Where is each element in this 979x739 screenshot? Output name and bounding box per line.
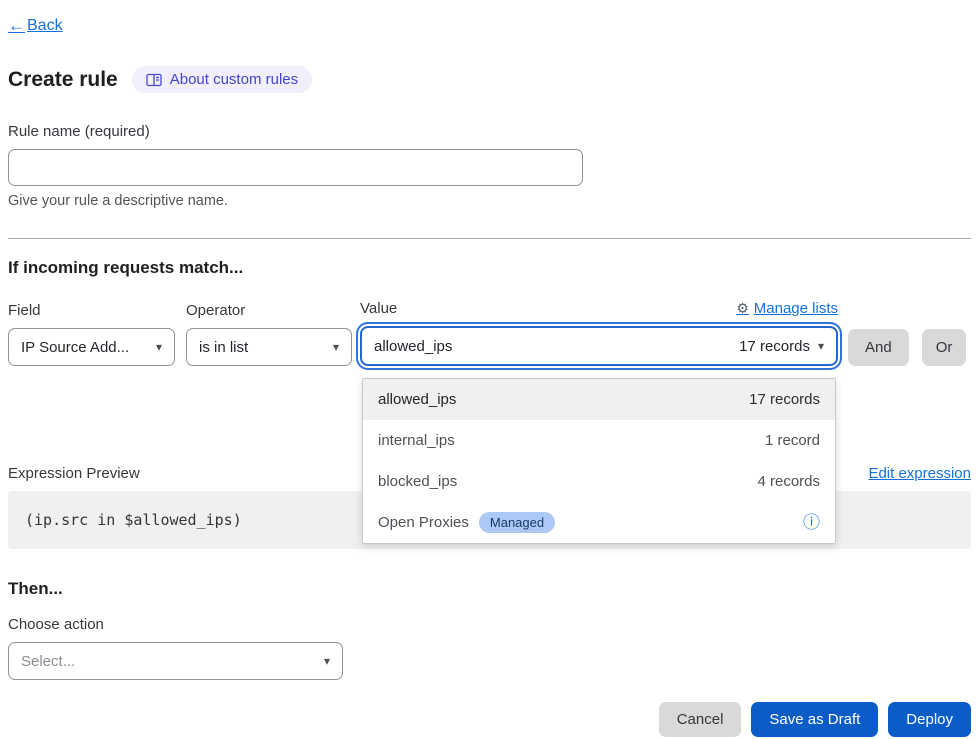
list-dropdown-menu: allowed_ips 17 records internal_ips 1 re…: [362, 378, 836, 544]
about-custom-rules-link[interactable]: About custom rules: [132, 66, 312, 93]
rule-name-helper: Give your rule a descriptive name.: [8, 193, 971, 209]
dropdown-item-allowed-ips[interactable]: allowed_ips 17 records: [363, 379, 835, 420]
back-label: Back: [27, 17, 63, 35]
gear-icon: ⚙: [736, 300, 749, 317]
operator-label: Operator: [186, 302, 352, 319]
about-label: About custom rules: [170, 71, 298, 88]
field-column: Field IP Source Add... ▾: [8, 302, 175, 366]
managed-badge: Managed: [479, 512, 555, 533]
footer-actions: Cancel Save as Draft Deploy: [8, 702, 971, 737]
chevron-down-icon: ▾: [156, 340, 162, 354]
value-label: Value: [360, 300, 397, 317]
manage-lists-link[interactable]: ⚙ Manage lists: [736, 300, 838, 317]
expression-preview-label: Expression Preview: [8, 465, 140, 482]
chevron-down-icon: ▾: [818, 339, 824, 353]
book-icon: [146, 73, 162, 87]
back-row: ←Back: [8, 16, 971, 36]
and-button[interactable]: And: [848, 329, 909, 366]
rule-name-input[interactable]: [8, 149, 583, 186]
page-title: Create rule: [8, 68, 118, 92]
back-link[interactable]: ←Back: [8, 16, 63, 36]
or-button[interactable]: Or: [922, 329, 967, 366]
rule-name-section: Rule name (required) Give your rule a de…: [8, 123, 971, 209]
match-heading: If incoming requests match...: [8, 258, 971, 278]
list-record-count: 4 records: [757, 473, 820, 490]
save-as-draft-button[interactable]: Save as Draft: [751, 702, 878, 737]
deploy-button[interactable]: Deploy: [888, 702, 971, 737]
title-row: Create rule About custom rules: [8, 66, 971, 93]
action-select-placeholder: Select...: [21, 653, 75, 670]
chevron-down-icon: ▾: [333, 340, 339, 354]
list-name: allowed_ips: [378, 391, 456, 408]
list-record-count: 17 records: [749, 391, 820, 408]
manage-lists-label: Manage lists: [754, 300, 838, 317]
dropdown-item-blocked-ips[interactable]: blocked_ips 4 records: [363, 461, 835, 502]
info-icon[interactable]: ⓘ: [803, 514, 820, 531]
action-select[interactable]: Select... ▾: [8, 642, 343, 680]
value-column: Value ⚙ Manage lists allowed_ips 17 reco…: [360, 300, 838, 366]
field-label: Field: [8, 302, 175, 319]
list-record-count: 1 record: [765, 432, 820, 449]
cancel-button[interactable]: Cancel: [659, 702, 742, 737]
operator-column: Operator is in list ▾: [186, 302, 352, 366]
list-name: Open Proxies: [378, 514, 469, 531]
value-label-row: Value ⚙ Manage lists: [360, 300, 838, 317]
value-select-count: 17 records: [739, 338, 810, 355]
value-select[interactable]: allowed_ips 17 records ▾: [360, 326, 838, 366]
section-divider: [8, 238, 971, 239]
dropdown-item-internal-ips[interactable]: internal_ips 1 record: [363, 420, 835, 461]
expression-code: (ip.src in $allowed_ips): [25, 511, 242, 529]
choose-action-label: Choose action: [8, 616, 971, 633]
then-heading: Then...: [8, 579, 971, 599]
chevron-down-icon: ▾: [324, 654, 330, 668]
match-row: Field IP Source Add... ▾ Operator is in …: [8, 300, 971, 366]
field-select-value: IP Source Add...: [21, 339, 129, 356]
list-name: blocked_ips: [378, 473, 457, 490]
value-select-value: allowed_ips: [374, 338, 452, 355]
rule-name-label: Rule name (required): [8, 123, 971, 140]
create-rule-page: ←Back Create rule About custom rules Rul…: [0, 0, 979, 737]
back-arrow-icon: ←: [8, 16, 25, 36]
field-select[interactable]: IP Source Add... ▾: [8, 328, 175, 366]
dropdown-item-open-proxies[interactable]: Open Proxies Managed ⓘ: [363, 502, 835, 543]
list-name: internal_ips: [378, 432, 455, 449]
operator-select[interactable]: is in list ▾: [186, 328, 352, 366]
edit-expression-link[interactable]: Edit expression: [868, 465, 971, 482]
operator-select-value: is in list: [199, 339, 248, 356]
